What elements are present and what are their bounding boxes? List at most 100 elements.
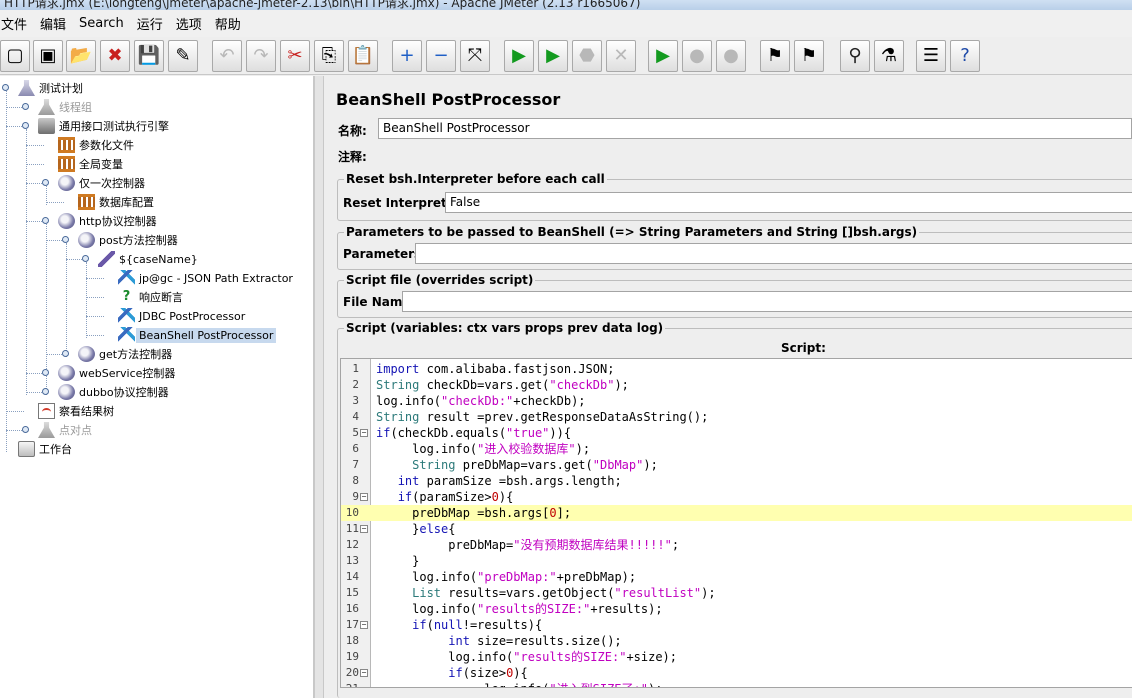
code-line[interactable]: 12 preDbMap="没有预期数据库结果!!!!!"; [341,537,1132,553]
code-line[interactable]: 2 String checkDb=vars.get("checkDb"); [341,377,1132,393]
code-line[interactable]: 8 int paramSize =bsh.args.length; [341,473,1132,489]
code-line[interactable]: 5− if(checkDb.equals("true")){ [341,425,1132,441]
fold-toggle-icon[interactable]: − [360,493,368,501]
code-line[interactable]: 13 } [341,553,1132,569]
fold-toggle-icon[interactable]: − [360,429,368,437]
menu-item-1[interactable]: 编辑 [34,14,73,33]
close-button[interactable]: ✖ [100,40,130,72]
code-line[interactable]: 9− if(paramSize>0){ [341,489,1132,505]
code-line[interactable]: 6 log.info("进入校验数据库"); [341,441,1132,457]
tree-node-label: 察看结果树 [59,405,114,418]
collapse-button[interactable]: − [426,40,456,72]
tree-node[interactable]: JDBC PostProcessor [118,307,245,325]
code-line[interactable]: 21 log.info("进入到SIZE了:"); [341,681,1132,687]
tree-expand-toggle[interactable] [62,236,69,243]
line-number: 8 [352,474,359,487]
code-line[interactable]: 4 String result =prev.getResponseDataAsSt… [341,409,1132,425]
tree-node[interactable]: 线程组 [38,98,92,116]
clear-button[interactable]: ⚑ [760,40,790,72]
script-editor[interactable]: 1 import com.alibaba.fastjson.JSON; 2 Strin… [340,358,1132,688]
tree-expand-toggle[interactable] [2,84,9,91]
function-helper-button[interactable]: ☰ [916,40,946,72]
cut-button[interactable]: ✂ [280,40,310,72]
code-line[interactable]: 19 log.info("results的SIZE:"+size); [341,649,1132,665]
code-line[interactable]: 14 log.info("preDbMap:"+preDbMap); [341,569,1132,585]
save-button[interactable]: 💾 [134,40,164,72]
code-line[interactable]: 20− if(size>0){ [341,665,1132,681]
tree-node[interactable]: ? 响应断言 [118,288,183,306]
tree-expand-toggle[interactable] [22,103,29,110]
code-line[interactable]: 3 log.info("checkDb:"+checkDb); [341,393,1132,409]
fold-toggle-icon[interactable]: − [360,669,368,677]
menu-item-3[interactable]: 运行 [131,14,170,33]
tree-expand-toggle[interactable] [62,350,69,357]
tree-expand-toggle[interactable] [42,217,49,224]
parameters-field[interactable] [415,243,1132,264]
toggle-button[interactable]: ⤧ [460,40,490,72]
code-line[interactable]: 17− if(null!=results){ [341,617,1132,633]
tree-expand-toggle[interactable] [42,388,49,395]
tree-node[interactable]: 仅一次控制器 [58,174,145,192]
line-number: 4 [352,410,359,423]
code-line[interactable]: 15 List results=vars.getObject("resultLi… [341,585,1132,601]
tree-expand-toggle[interactable] [82,255,89,262]
start-button[interactable]: ▶ [504,40,534,72]
reset-search-button[interactable]: ⚗ [874,40,904,72]
tree-node[interactable]: post方法控制器 [78,231,178,249]
start-no-timers-button[interactable]: ▶ [538,40,568,72]
tree-expand-toggle[interactable] [42,369,49,376]
tree-node-label: 通用接口测试执行引擎 [59,120,169,133]
tree-node[interactable]: jp@gc - JSON Path Extractor [118,269,293,287]
open-button[interactable]: 📂 [66,40,96,72]
save-as-button[interactable]: ✎ [168,40,198,72]
fold-toggle-icon[interactable]: − [360,621,368,629]
file-name-field[interactable] [402,291,1132,312]
search-button[interactable]: ⚲ [840,40,870,72]
tree-node[interactable]: 工作台 [18,440,72,458]
code-line[interactable]: 18 int size=results.size(); [341,633,1132,649]
tree-node[interactable]: 参数化文件 [58,136,134,154]
menu-item-4[interactable]: 选项 [170,14,209,33]
clear-all-button[interactable]: ⚑ [794,40,824,72]
tree-expand-toggle[interactable] [22,122,29,129]
tree-node[interactable]: 通用接口测试执行引擎 [38,117,169,135]
templates-button[interactable]: ▣ [33,40,63,72]
code-text: log.info("results的SIZE:"+results); [376,602,663,616]
tree-node[interactable]: webService控制器 [58,364,175,382]
code-line[interactable]: 10 preDbMap =bsh.args[0]; [341,505,1132,521]
comment-field[interactable] [376,144,1132,165]
tree-node[interactable]: 数据库配置 [78,193,154,211]
copy-button[interactable]: ⎘ [314,40,344,72]
test-plan-tree[interactable]: 测试计划 线程组通用接口测试执行引擎参数化文件 全局变量 仅一次控制器 数据库配置 htt… [0,76,314,698]
tree-node[interactable]: ${caseName} [98,250,198,268]
remote-start-button[interactable]: ▶ [648,40,678,72]
tree-expand-toggle[interactable] [42,179,49,186]
code-line[interactable]: 11− }else{ [341,521,1132,537]
tree-node[interactable]: get方法控制器 [78,345,172,363]
tree-expand-toggle[interactable] [22,426,29,433]
menu-item-0[interactable]: 文件 [0,14,34,33]
tree-node[interactable]: http协议控制器 [58,212,157,230]
collapse-icon: − [433,45,449,66]
expand-button[interactable]: + [392,40,422,72]
new-button[interactable]: ▢ [0,40,30,72]
tree-node[interactable]: 点对点 [38,421,92,439]
line-number: 14 [345,570,359,583]
tree-node[interactable]: 测试计划 [18,79,83,97]
menu-item-5[interactable]: 帮助 [209,14,248,33]
sampler-icon [98,251,115,267]
code-line[interactable]: 16 log.info("results的SIZE:"+results); [341,601,1132,617]
tree-node[interactable]: dubbo协议控制器 [58,383,169,401]
code-line[interactable]: 7 String preDbMap=vars.get("DbMap"); [341,457,1132,473]
panel-splitter[interactable] [314,76,324,698]
paste-button[interactable]: 📋 [348,40,378,72]
help-button[interactable]: ? [950,40,980,72]
tree-node[interactable]: 察看结果树 [38,402,114,420]
fold-toggle-icon[interactable]: − [360,525,368,533]
tree-node[interactable]: 全局变量 [58,155,123,173]
tree-node[interactable]: BeanShell PostProcessor [118,326,277,344]
code-line[interactable]: 1 import com.alibaba.fastjson.JSON; [341,361,1132,377]
name-field[interactable]: BeanShell PostProcessor [378,118,1132,139]
menu-item-2[interactable]: Search [73,16,131,31]
reset-interpreter-field[interactable]: False [445,192,1132,213]
